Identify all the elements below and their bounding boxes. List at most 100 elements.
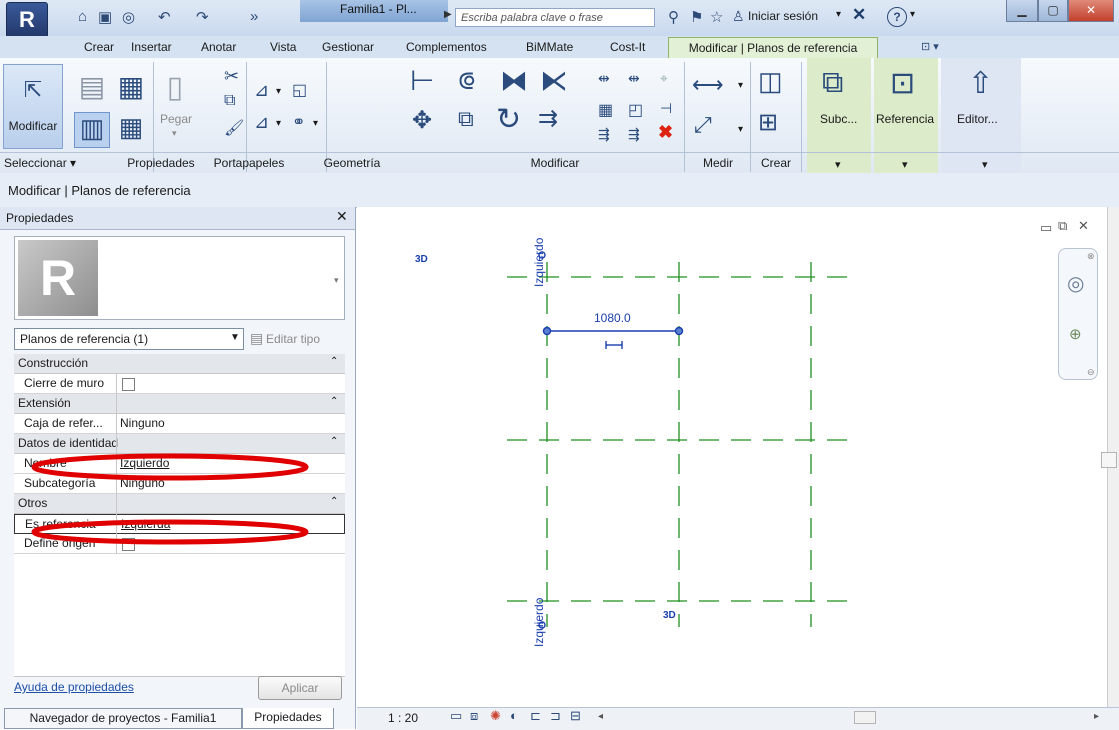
tab-modificar-planos[interactable]: Modificar | Planos de referencia <box>668 37 878 58</box>
tab-anotar[interactable]: Anotar <box>201 40 236 54</box>
view-restore-icon[interactable]: ⧉ <box>1058 218 1067 234</box>
properties-help-link[interactable]: Ayuda de propiedades <box>14 680 134 694</box>
tab-project-browser[interactable]: Navegador de proyectos - Familia1 <box>4 708 242 729</box>
tab-gestionar[interactable]: Gestionar <box>322 40 374 54</box>
subscription-icon[interactable]: ⚑ <box>690 8 703 26</box>
collapse-icon[interactable]: ⌃ <box>330 396 338 407</box>
expand-arrow-icon[interactable]: ▶ <box>444 9 452 20</box>
scale-icon[interactable]: ◰ <box>628 100 643 120</box>
dimension-grip-left[interactable] <box>542 326 552 336</box>
redo-icon[interactable]: ↷ <box>196 8 209 26</box>
help-button[interactable]: ? <box>887 7 907 27</box>
split-gap-icon[interactable]: ⇹ <box>628 70 640 87</box>
type-properties-icon[interactable]: ▦ <box>113 112 149 148</box>
rotate-icon[interactable]: ↻ <box>496 102 521 137</box>
close-button[interactable]: ✕ <box>1068 0 1114 22</box>
create-group-icon[interactable]: ⊞ <box>758 108 778 137</box>
subcategory-dropdown-icon[interactable]: ▾ <box>835 158 841 171</box>
crop-view-icon[interactable]: ⊏ <box>530 708 541 724</box>
favorites-star-icon[interactable]: ☆ <box>710 8 723 26</box>
dimension-value[interactable]: 1080.0 <box>594 311 631 325</box>
paste-icon[interactable]: ▯ <box>158 70 192 110</box>
cope-icon[interactable]: ⊿ <box>254 80 269 101</box>
measure-dropdown2-icon[interactable]: ▾ <box>738 124 743 135</box>
panel-seleccionar[interactable]: Seleccionar ▾ <box>4 154 114 172</box>
cut-geometry-icon[interactable]: ⊿ <box>254 112 269 133</box>
tab-bimmate[interactable]: BiMMate <box>526 40 573 54</box>
user-icon[interactable]: ♙ <box>732 8 745 25</box>
create-similar-icon[interactable]: ◫ <box>758 66 783 97</box>
array-icon[interactable]: ▦ <box>598 100 613 120</box>
modify-button[interactable]: ⇱ Modificar <box>3 64 63 149</box>
family-category-icon[interactable]: ▤ <box>74 70 110 106</box>
tab-cost-it[interactable]: Cost-It <box>610 40 645 54</box>
mirror-draw-icon[interactable]: ⧔ <box>540 64 568 97</box>
shadows-icon[interactable]: ◐ <box>510 708 518 723</box>
match-properties-icon[interactable]: 🖌 <box>224 118 244 138</box>
edit-type-icon[interactable]: ▤ <box>250 330 263 347</box>
reference-dropdown-icon[interactable]: ▾ <box>902 158 908 171</box>
scroll-left-icon[interactable]: ◂ <box>598 711 603 722</box>
editor-dropdown-icon[interactable]: ▾ <box>982 158 988 171</box>
maximize-button[interactable]: ▢ <box>1038 0 1068 22</box>
open-icon[interactable]: ⌂ <box>78 8 87 25</box>
reference-planes-drawing[interactable]: 3D 3D 1080.0 Izquierdo Izquierdo <box>357 207 1107 707</box>
nav-close-icon[interactable]: ⊗ <box>1087 251 1095 262</box>
subcategory-label[interactable]: Subc... <box>820 112 857 126</box>
measure-dropdown-icon[interactable]: ▾ <box>738 80 743 91</box>
ribbon-minimize-icon[interactable]: ⊡ ▾ <box>921 40 939 53</box>
align-icon[interactable]: ⊢ <box>410 64 434 97</box>
copy-icon[interactable]: ⧉ <box>224 92 235 110</box>
delete-icon[interactable]: ✖ <box>658 122 673 143</box>
property-value[interactable]: Ninguno <box>120 416 165 430</box>
family-types-icon[interactable]: ▦ <box>113 70 149 106</box>
temporary-hide-icon[interactable]: ⊟ <box>570 708 581 724</box>
nav-options-icon[interactable]: ⊖ <box>1087 367 1095 378</box>
binoculars-icon[interactable]: ⚲ <box>668 8 679 26</box>
copy-element-icon[interactable]: ⧉ <box>458 106 474 132</box>
join-icon[interactable]: ◱ <box>292 80 307 100</box>
label-izquierdo-top[interactable]: Izquierdo <box>532 237 546 287</box>
zoom-icon[interactable]: ⊕ <box>1069 325 1082 343</box>
more-tools-icon[interactable]: » <box>250 8 258 25</box>
label-izquierdo-bottom[interactable]: Izquierdo <box>532 597 546 647</box>
collapse-icon[interactable]: ⌃ <box>330 496 338 507</box>
detail-level-icon[interactable]: ▭ <box>450 708 462 724</box>
tab-properties[interactable]: Propiedades <box>242 708 334 729</box>
label-3d-bottom[interactable]: 3D <box>663 610 676 621</box>
save-icon[interactable]: ▣ <box>98 8 112 26</box>
view-scale[interactable]: 1 : 20 <box>388 711 418 725</box>
aligned-dimension-icon[interactable]: ⟷ <box>692 72 724 98</box>
tab-vista[interactable]: Vista <box>270 40 296 54</box>
sun-path-icon[interactable]: ✺ <box>490 708 501 724</box>
section-construccion[interactable]: Construcción ⌃ <box>14 354 345 374</box>
tab-complementos[interactable]: Complementos <box>406 40 487 54</box>
split-dropdown-icon[interactable]: ▾ <box>313 118 318 129</box>
collapse-icon[interactable]: ⌃ <box>330 356 338 367</box>
cut-dropdown-icon[interactable]: ▾ <box>276 118 281 129</box>
tab-crear[interactable]: Crear <box>84 40 114 54</box>
label-3d-top[interactable]: 3D <box>415 254 428 265</box>
signin-dropdown-icon[interactable]: ▾ <box>836 9 841 20</box>
trim-multiple-icon[interactable]: ⇶ <box>598 126 610 143</box>
search-input[interactable]: Escriba palabra clave o frase <box>455 8 655 27</box>
properties-icon[interactable]: ▥ <box>74 112 110 148</box>
offset-icon[interactable]: ⟃ <box>458 64 475 97</box>
trim-single-icon[interactable]: ⇶ <box>628 126 640 143</box>
sync-icon[interactable]: ◎ <box>122 8 135 26</box>
dimension-grip-right[interactable] <box>674 326 684 336</box>
show-crop-icon[interactable]: ⊐ <box>550 708 561 724</box>
collapse-icon[interactable]: ⌃ <box>330 436 338 447</box>
help-dropdown-icon[interactable]: ▾ <box>910 9 915 20</box>
steering-wheel-icon[interactable]: ◎ <box>1067 271 1084 296</box>
mirror-axis-icon[interactable]: ⧓ <box>500 64 528 97</box>
split-face-icon[interactable]: ⚭ <box>292 112 305 132</box>
minimize-button[interactable]: ▁ <box>1006 0 1038 22</box>
view-minimize-icon[interactable]: ▭ <box>1040 220 1052 236</box>
load-into-project-icon[interactable]: ⇧ <box>968 66 993 101</box>
trim-extend-icon[interactable]: ⇉ <box>538 104 558 133</box>
signin-link[interactable]: Iniciar sesión <box>748 9 818 23</box>
type-dropdown-icon[interactable]: ▾ <box>334 275 339 286</box>
application-menu-button[interactable]: R <box>6 2 48 38</box>
tab-insertar[interactable]: Insertar <box>131 40 172 54</box>
